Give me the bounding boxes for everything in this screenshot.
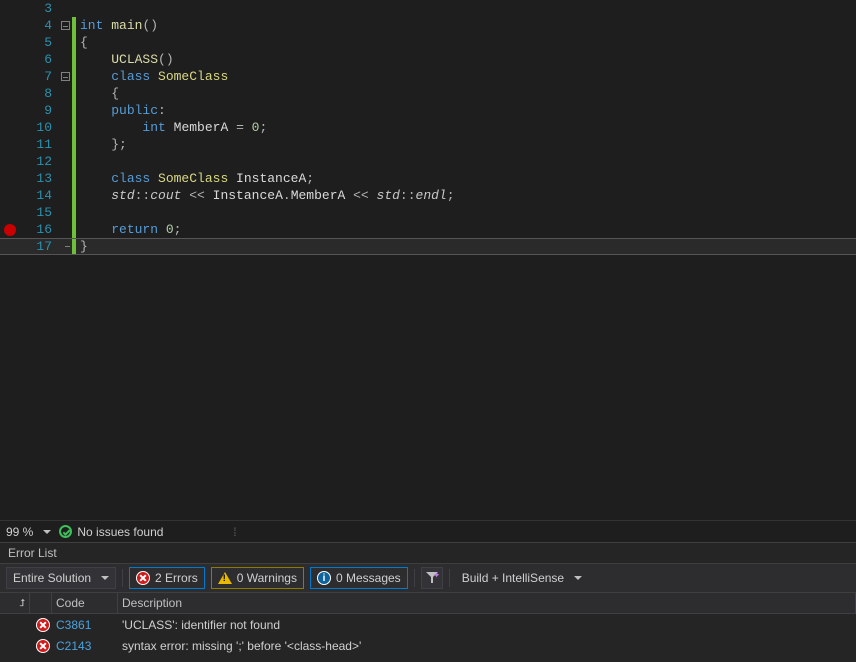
code-line[interactable]: 11 }; <box>0 136 856 153</box>
chevron-down-icon <box>101 576 109 580</box>
code-line[interactable]: 16 return 0; <box>0 221 856 238</box>
change-indicator <box>72 0 76 17</box>
chevron-down-icon <box>43 530 51 534</box>
sort-column[interactable]: ⮥ <box>0 593 30 613</box>
error-code-link[interactable]: C3861 <box>52 618 118 632</box>
line-number: 8 <box>20 85 58 102</box>
code-text[interactable]: public: <box>76 102 166 119</box>
error-icon <box>36 618 50 632</box>
toolbar-separator <box>449 569 450 587</box>
line-number: 11 <box>20 136 58 153</box>
breakpoint-gutter[interactable] <box>0 224 20 236</box>
error-list-toolbar: Entire Solution 2 Errors 0 Warnings 0 Me… <box>0 563 856 593</box>
code-text[interactable]: int MemberA = 0; <box>76 119 267 136</box>
error-description: syntax error: missing ';' before '<class… <box>118 639 856 653</box>
fold-minus-icon[interactable] <box>61 72 70 81</box>
code-text[interactable]: } <box>76 238 88 255</box>
error-icon <box>136 571 150 585</box>
code-lines[interactable]: 34int main()5{6 UCLASS()7 class SomeClas… <box>0 0 856 520</box>
severity-column[interactable] <box>30 593 52 613</box>
code-text[interactable]: std::cout << InstanceA.MemberA << std::e… <box>76 187 455 204</box>
code-line[interactable]: 12 <box>0 153 856 170</box>
fold-minus-icon[interactable] <box>61 21 70 30</box>
code-text[interactable]: { <box>76 34 88 51</box>
line-number: 12 <box>20 153 58 170</box>
change-indicator <box>72 153 76 170</box>
code-text[interactable]: class SomeClass InstanceA; <box>76 170 314 187</box>
code-text[interactable]: UCLASS() <box>76 51 174 68</box>
line-number: 5 <box>20 34 58 51</box>
issues-text: No issues found <box>77 525 163 539</box>
line-number: 17 <box>20 238 58 255</box>
error-table-header[interactable]: ⮥ Code Description <box>0 593 856 614</box>
mode-value: Build + IntelliSense <box>462 571 564 585</box>
code-line[interactable]: 7 class SomeClass <box>0 68 856 85</box>
breakpoint-icon[interactable] <box>4 224 16 236</box>
toolbar-separator <box>414 569 415 587</box>
scope-value: Entire Solution <box>13 571 91 585</box>
line-number: 6 <box>20 51 58 68</box>
code-line[interactable]: 9 public: <box>0 102 856 119</box>
code-editor[interactable]: 34int main()5{6 UCLASS()7 class SomeClas… <box>0 0 856 542</box>
chevron-down-icon <box>574 576 582 580</box>
error-code-link[interactable]: C2143 <box>52 639 118 653</box>
editor-status-bar: 99 % No issues found ⁞ <box>0 520 856 542</box>
code-line[interactable]: 8 { <box>0 85 856 102</box>
code-text[interactable]: int main() <box>76 17 158 34</box>
error-list-panel: Error List Entire Solution 2 Errors 0 Wa… <box>0 542 856 662</box>
line-number: 15 <box>20 204 58 221</box>
check-circle-icon <box>59 525 72 538</box>
scope-select[interactable]: Entire Solution <box>6 567 116 589</box>
line-number: 16 <box>20 221 58 238</box>
warnings-toggle[interactable]: 0 Warnings <box>211 567 304 589</box>
error-description: 'UCLASS': identifier not found <box>118 618 856 632</box>
code-line[interactable]: 17} <box>0 238 856 255</box>
code-line[interactable]: 6 UCLASS() <box>0 51 856 68</box>
toolbar-separator <box>122 569 123 587</box>
warning-icon <box>218 572 232 584</box>
error-row[interactable]: C2143syntax error: missing ';' before '<… <box>0 635 856 656</box>
code-text[interactable]: return 0; <box>76 221 181 238</box>
change-indicator <box>72 204 76 221</box>
code-line[interactable]: 13 class SomeClass InstanceA; <box>0 170 856 187</box>
code-text[interactable]: class SomeClass <box>76 68 228 85</box>
code-line[interactable]: 3 <box>0 0 856 17</box>
line-number: 7 <box>20 68 58 85</box>
line-number: 14 <box>20 187 58 204</box>
panel-title: Error List <box>0 543 856 563</box>
filter-icon: ✦ <box>426 572 438 584</box>
fold-gutter[interactable] <box>58 72 72 81</box>
zoom-level-combo[interactable]: 99 % <box>6 525 51 539</box>
code-line[interactable]: 14 std::cout << InstanceA.MemberA << std… <box>0 187 856 204</box>
code-line[interactable]: 4 int main() <box>0 17 856 34</box>
mode-select[interactable]: Build + IntelliSense <box>456 567 588 589</box>
error-table: ⮥ Code Description C3861'UCLASS': identi… <box>0 593 856 662</box>
issues-indicator[interactable]: No issues found <box>59 525 163 539</box>
warnings-count: 0 Warnings <box>237 571 297 585</box>
description-column-header[interactable]: Description <box>118 593 856 613</box>
code-line[interactable]: 15 <box>0 204 856 221</box>
error-row[interactable]: C3861'UCLASS': identifier not found <box>0 614 856 635</box>
errors-toggle[interactable]: 2 Errors <box>129 567 205 589</box>
info-icon <box>317 571 331 585</box>
messages-count: 0 Messages <box>336 571 401 585</box>
code-text[interactable]: }; <box>76 136 127 153</box>
fold-gutter[interactable] <box>58 21 72 30</box>
line-number: 10 <box>20 119 58 136</box>
messages-toggle[interactable]: 0 Messages <box>310 567 408 589</box>
code-line[interactable]: 10 int MemberA = 0; <box>0 119 856 136</box>
errors-count: 2 Errors <box>155 571 198 585</box>
filter-button[interactable]: ✦ <box>421 567 443 589</box>
code-text[interactable]: { <box>76 85 119 102</box>
zoom-value: 99 % <box>6 525 33 539</box>
line-number: 9 <box>20 102 58 119</box>
line-number: 3 <box>20 0 58 17</box>
code-column-header[interactable]: Code <box>52 593 118 613</box>
error-icon <box>36 639 50 653</box>
line-number: 4 <box>20 17 58 34</box>
splitter-grip-icon[interactable]: ⁞ <box>231 525 238 539</box>
line-number: 13 <box>20 170 58 187</box>
code-line[interactable]: 5{ <box>0 34 856 51</box>
